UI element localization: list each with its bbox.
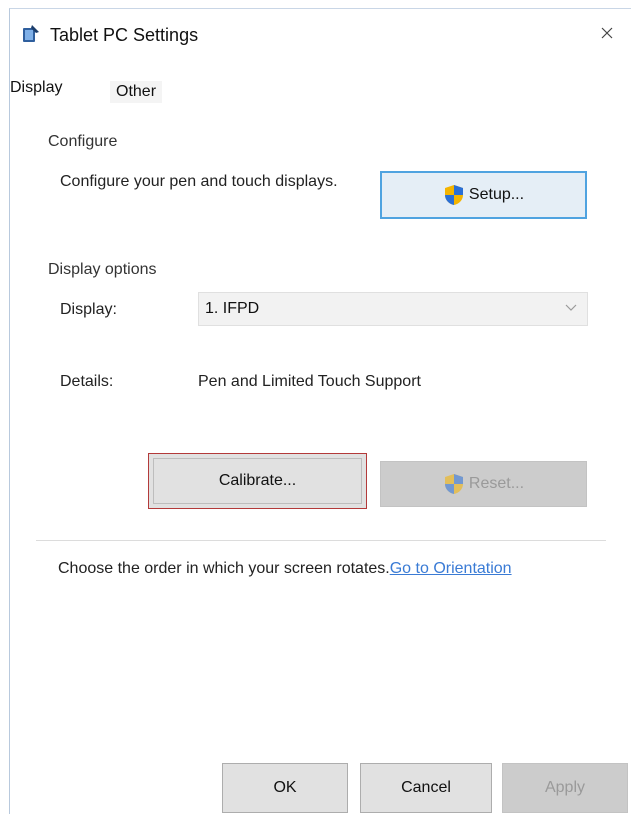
tablet-pc-settings-window: Tablet PC Settings Display Other Configu…	[9, 8, 631, 814]
tab-display[interactable]: Display	[10, 79, 62, 97]
tab-other[interactable]: Other	[110, 81, 163, 103]
display-select-value: 1. IFPD	[205, 300, 260, 317]
cancel-button[interactable]: Cancel	[360, 763, 492, 813]
apply-button[interactable]: Apply	[502, 763, 628, 813]
reset-button[interactable]: Reset...	[380, 461, 587, 507]
uac-shield-icon	[444, 474, 463, 494]
close-icon[interactable]	[597, 23, 617, 43]
calibrate-label: Calibrate...	[218, 472, 297, 489]
uac-shield-icon	[444, 185, 463, 205]
display-label: Display:	[60, 301, 117, 318]
orientation-text: Choose the order in which your screen ro…	[58, 557, 578, 581]
chevron-down-icon	[565, 304, 577, 311]
window-title: Tablet PC Settings	[50, 25, 199, 45]
configure-heading: Configure	[48, 133, 118, 150]
display-options-heading: Display options	[48, 261, 157, 278]
title-bar: Tablet PC Settings	[10, 9, 631, 55]
orientation-description: Choose the order in which your screen ro…	[58, 560, 390, 577]
display-select[interactable]: 1. IFPD	[198, 292, 588, 326]
reset-label: Reset...	[468, 475, 525, 492]
calibrate-button-face: Calibrate...	[153, 458, 362, 504]
details-value: Pen and Limited Touch Support	[198, 373, 421, 390]
calibrate-button[interactable]: Calibrate...	[148, 453, 367, 509]
details-label: Details:	[60, 373, 114, 390]
go-to-orientation-link[interactable]: Go to Orientation	[390, 560, 512, 577]
setup-label: Setup...	[468, 186, 525, 203]
tablet-pc-icon	[23, 25, 39, 42]
configure-description: Configure your pen and touch displays.	[60, 173, 338, 190]
setup-button[interactable]: Setup...	[380, 171, 587, 219]
display-tab-panel: Configure Configure your pen and touch d…	[36, 115, 606, 541]
ok-button[interactable]: OK	[222, 763, 348, 813]
